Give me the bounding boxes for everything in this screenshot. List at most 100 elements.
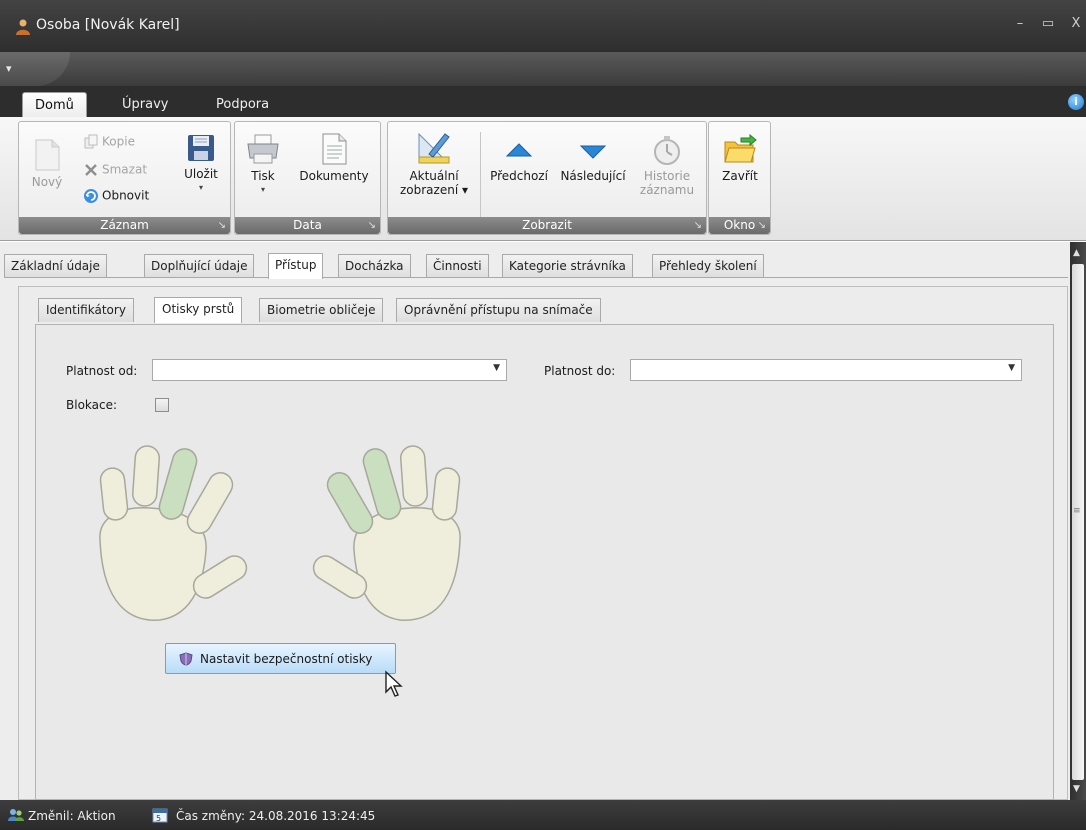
tab-prehledy-skoleni[interactable]: Přehledy školení [652, 254, 764, 278]
ribbon-tabs: Domů Úpravy Podpora i [0, 86, 1086, 118]
tab-kategorie-stravnika[interactable]: Kategorie strávníka [502, 254, 633, 278]
refresh-icon [84, 189, 98, 203]
zaznam-launcher-icon[interactable]: ↘ [218, 217, 226, 234]
quick-access-toolbar: ▾ [0, 52, 1086, 86]
nasledujici-label: Následující [560, 169, 626, 183]
arrow-down-icon [579, 145, 607, 159]
close-button[interactable]: X [1068, 16, 1084, 31]
zobrazit-separator [480, 132, 481, 217]
folder-exit-icon [724, 133, 757, 163]
zmenil-text: Změnil: Aktion [28, 809, 116, 823]
window-title: Osoba [Novák Karel] [36, 17, 180, 33]
obnovit-button[interactable]: Obnovit [83, 188, 149, 204]
subtab-identifikatory[interactable]: Identifikátory [38, 298, 134, 322]
person-icon [16, 19, 30, 35]
maximize-button[interactable]: ▭ [1040, 16, 1056, 31]
ribbon-tab-domu[interactable]: Domů [22, 92, 87, 118]
ribbon-tab-podpora[interactable]: Podpora [204, 92, 281, 118]
predchozi-label: Předchozí [490, 169, 548, 183]
subtab-opravneni-pristupu[interactable]: Oprávnění přístupu na snímače [396, 298, 601, 322]
ribbon-group-zaznam: Nový Kopie Smazat Obnovit Uložit ▾ Zázna… [18, 121, 231, 235]
ribbon-tab-upravy[interactable]: Úpravy [110, 92, 180, 118]
historie-label-1: Historie [643, 169, 691, 183]
quick-access-dropdown-icon[interactable]: ▾ [6, 62, 12, 75]
zavrit-label: Zavřít [722, 169, 758, 183]
new-document-icon [35, 139, 60, 171]
nasledujici-button[interactable]: Následující [556, 136, 630, 183]
platnost-od-select[interactable]: ▼ [152, 359, 507, 381]
ulozit-label: Uložit [184, 167, 218, 181]
smazat-button[interactable]: Smazat [83, 162, 147, 178]
okno-launcher-icon[interactable]: ↘ [758, 217, 766, 234]
svg-text:5: 5 [156, 814, 161, 823]
ribbon-group-okno: Zavřít Okno ↘ [708, 121, 771, 235]
title-bar: Osoba [Novák Karel] – ▭ X [0, 0, 1086, 52]
minimize-button[interactable]: – [1012, 16, 1028, 31]
printer-icon [247, 134, 279, 164]
nastavit-label: Nastavit bezpečnostní otisky [200, 652, 373, 666]
ribbon-group-zobrazit: Aktuální zobrazení ▾ Předchozí Následují… [387, 121, 707, 235]
left-little-finger[interactable] [99, 467, 129, 521]
tab-pristup[interactable]: Přístup [268, 253, 324, 279]
obnovit-label: Obnovit [102, 188, 150, 203]
chevron-down-icon[interactable]: ▼ [493, 363, 500, 373]
zobrazit-caption-text: Zobrazit [522, 218, 572, 232]
novy-label: Nový [31, 175, 63, 189]
kopie-button[interactable]: Kopie [83, 134, 135, 150]
users-icon [8, 809, 24, 821]
tab-doplnujici-udaje[interactable]: Doplňující údaje [144, 254, 255, 278]
save-disk-icon [188, 135, 214, 161]
ulozit-dropdown-icon[interactable]: ▾ [181, 181, 221, 195]
mouse-cursor-icon [385, 670, 403, 697]
tisk-label: Tisk [251, 169, 275, 183]
dokumenty-button[interactable]: Dokumenty [291, 132, 377, 183]
status-bar: Změnil: Aktion 5 Čas změny: 24.08.2016 1… [0, 800, 1086, 830]
vertical-scrollbar[interactable]: ▲ ≡ ▼ [1070, 242, 1086, 800]
data-launcher-icon[interactable]: ↘ [368, 217, 376, 234]
aktualni-label-2: zobrazení ▾ [399, 183, 468, 197]
novy-button[interactable]: Nový [27, 138, 67, 189]
scroll-down-icon[interactable]: ▼ [1073, 784, 1080, 794]
document-icon [322, 133, 347, 165]
smazat-label: Smazat [102, 162, 148, 177]
right-little-finger[interactable] [431, 467, 461, 521]
delete-x-icon [85, 164, 97, 176]
ribbon-group-data: Tisk ▾ Dokumenty Data ↘ [234, 121, 381, 235]
left-ring-finger[interactable] [131, 445, 161, 507]
kopie-label: Kopie [102, 134, 135, 149]
right-ring-finger[interactable] [399, 445, 429, 507]
scroll-thumb[interactable] [1072, 264, 1084, 780]
fingerprint-hands [99, 445, 461, 621]
zaznam-caption: Záznam ↘ [19, 217, 230, 234]
copy-icon [84, 134, 98, 149]
subtab-biometrie-obliceje[interactable]: Biometrie obličeje [259, 298, 384, 322]
ulozit-button[interactable]: Uložit ▾ [181, 132, 221, 195]
tisk-button[interactable]: Tisk ▾ [241, 132, 285, 197]
stopwatch-icon [654, 136, 680, 165]
subtab-otisky-prstu[interactable]: Otisky prstů [154, 297, 243, 323]
ribbon: Nový Kopie Smazat Obnovit Uložit ▾ Zázna… [0, 117, 1086, 241]
scroll-up-icon[interactable]: ▲ [1073, 248, 1080, 258]
tab-cinnosti[interactable]: Činnosti [426, 254, 489, 278]
aktualni-zobrazeni-button[interactable]: Aktuální zobrazení ▾ [392, 130, 476, 197]
tab-zakladni-udaje[interactable]: Základní údaje [4, 254, 107, 278]
blokace-checkbox[interactable] [155, 398, 169, 412]
nastavit-bezpecnostni-otisky-button[interactable]: Nastavit bezpečnostní otisky [165, 643, 396, 674]
platnost-do-label: Platnost do: [544, 364, 616, 378]
zobrazit-launcher-icon[interactable]: ↘ [694, 217, 702, 234]
predchozi-button[interactable]: Předchozí [484, 136, 554, 183]
zavrit-button[interactable]: Zavřít [713, 133, 767, 183]
historie-zaznamu-button[interactable]: Historie záznamu [636, 134, 698, 197]
dokumenty-label: Dokumenty [299, 169, 369, 183]
data-caption-text: Data [293, 218, 322, 232]
data-caption: Data ↘ [235, 217, 380, 234]
historie-label-2: záznamu [639, 183, 695, 197]
ruler-pencil-icon [418, 132, 450, 164]
platnost-do-select[interactable]: ▼ [630, 359, 1022, 381]
chevron-down-icon[interactable]: ▼ [1008, 363, 1015, 373]
tab-dochazka[interactable]: Docházka [338, 254, 411, 278]
info-icon[interactable]: i [1068, 94, 1084, 110]
tisk-dropdown-icon[interactable]: ▾ [241, 183, 285, 197]
zobrazit-caption: Zobrazit ↘ [388, 217, 706, 234]
main-tab-baseline [4, 277, 1068, 278]
